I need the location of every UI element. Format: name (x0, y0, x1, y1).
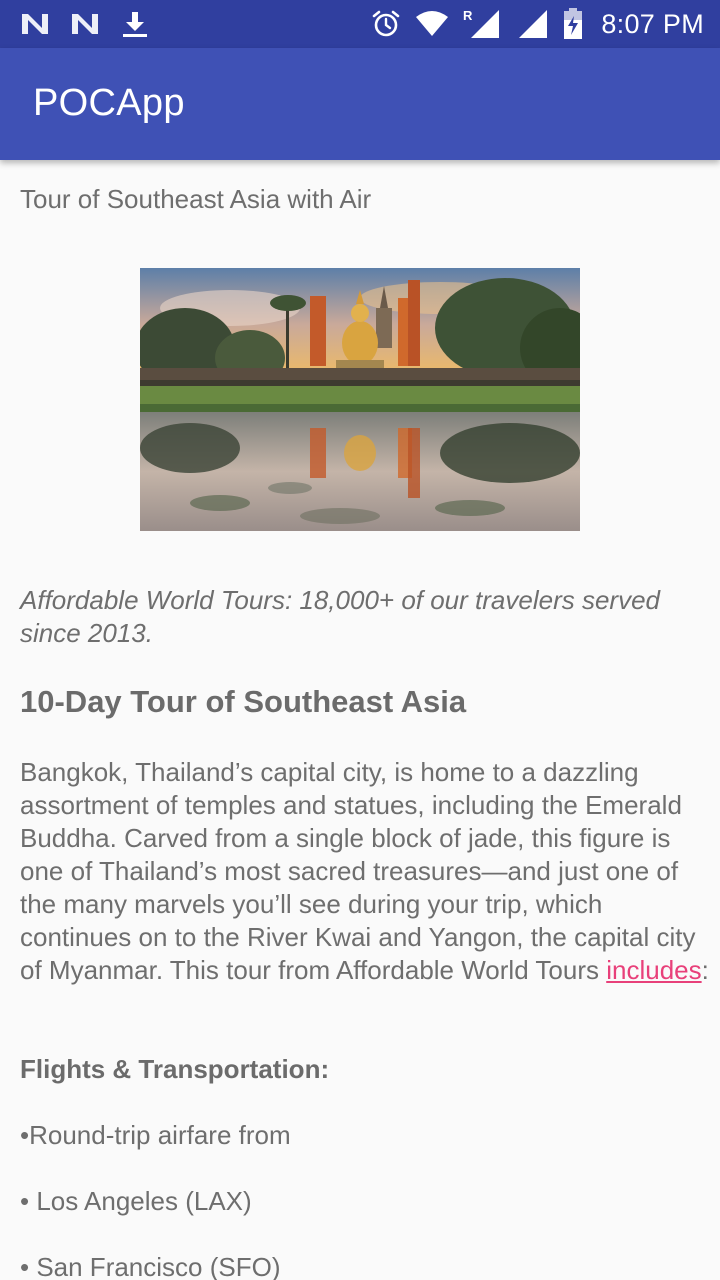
status-time: 8:07 PM (601, 8, 704, 39)
includes-link[interactable]: includes (606, 955, 701, 985)
tour-description: Bangkok, Thailand’s capital city, is hom… (20, 756, 710, 987)
app-bar: POCApp (0, 48, 720, 160)
alarm-icon (371, 9, 401, 39)
app-title: POCApp (33, 82, 185, 124)
signal-icon (517, 9, 549, 39)
signal-roaming-icon: R (463, 8, 503, 40)
tagline: Affordable World Tours: 18,000+ of our t… (20, 585, 660, 648)
temple-hero-image (140, 268, 580, 531)
list-item: •Round-trip airfare from (20, 1120, 291, 1150)
tour-heading: 10-Day Tour of Southeast Asia (20, 684, 467, 719)
battery-charging-icon (563, 8, 583, 40)
status-bar-right: R 8:07 PM (371, 8, 704, 40)
list-item: • Los Angeles (LAX) (20, 1186, 252, 1216)
flights-section-title: Flights & Transportation: (20, 1054, 330, 1084)
article-content[interactable]: Tour of Southeast Asia with Air Affordab… (0, 160, 720, 1280)
status-bar-left (20, 10, 150, 38)
wifi-icon (415, 11, 449, 37)
n-notification-icon (70, 12, 100, 36)
list-item: • San Francisco (SFO) (20, 1252, 281, 1280)
article-subtitle: Tour of Southeast Asia with Air (20, 184, 372, 214)
download-icon (120, 10, 150, 38)
roaming-label: R (463, 8, 473, 23)
description-end: : (701, 955, 709, 985)
n-notification-icon (20, 12, 50, 36)
status-bar: R 8:07 PM (0, 0, 720, 48)
description-text: Bangkok, Thailand’s capital city, is hom… (20, 757, 696, 985)
